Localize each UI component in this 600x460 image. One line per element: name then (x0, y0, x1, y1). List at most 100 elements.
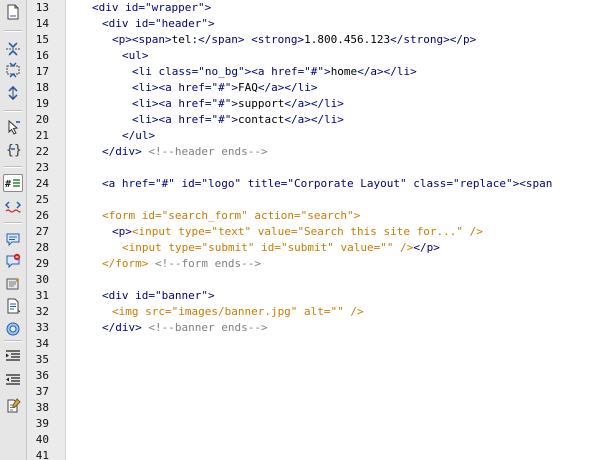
apply-comment-icon (5, 231, 21, 247)
line-number: 23 (35, 161, 49, 174)
code-tag: <ul> (122, 49, 149, 62)
toolbar-separator (4, 340, 22, 342)
line-numbers-button[interactable]: # (3, 174, 23, 192)
code-line[interactable]: <li><a href="#">contact</a></li> (132, 112, 344, 128)
line-number: 29 (35, 257, 49, 270)
line-number: 28 (35, 241, 49, 254)
code-line[interactable]: <a href="#" id="logo" title="Corporate L… (102, 176, 552, 192)
outdent-code-icon (5, 373, 21, 387)
line-number: 19 (35, 97, 49, 110)
line-number: 17 (35, 65, 49, 78)
select-parent-tag-button[interactable] (3, 118, 23, 136)
code-line[interactable]: <div id="header"> (102, 16, 215, 32)
code-tag: </ul> (122, 129, 156, 142)
coding-toolbar: {} # (0, 0, 27, 460)
code-tag: <li class="no_bg"><a href="#"> (132, 65, 331, 78)
line-number: 22 (35, 145, 49, 158)
code-view[interactable]: <div id="wrapper"> <div id="header"> <p><s… (66, 0, 600, 460)
move-css-icon (5, 321, 21, 337)
code-line[interactable]: <ul> (122, 48, 149, 64)
svg-text:#: # (5, 179, 11, 190)
code-comment: <!--banner ends--> (141, 321, 268, 334)
code-tag: </a></li> (357, 65, 417, 78)
collapse-selection-icon (5, 62, 21, 78)
code-text: 1.800.456.123 (304, 33, 391, 46)
move-css-button[interactable] (3, 320, 23, 338)
code-text: home (330, 65, 358, 78)
line-number: 15 (35, 33, 49, 46)
remove-comment-button[interactable] (3, 252, 23, 270)
line-number: 24 (35, 177, 49, 190)
svg-text:{: { (6, 143, 14, 157)
code-text: contact (237, 113, 285, 126)
code-tag: <li><a href="#"> (132, 113, 238, 126)
code-tag: </a></li> (284, 113, 344, 126)
code-tag: </strong></p> (390, 33, 477, 46)
line-number: 41 (35, 449, 49, 460)
line-number: 35 (35, 353, 49, 366)
code-tag: </a></li> (284, 97, 344, 110)
code-line[interactable]: <input type="submit" id="submit" value="… (122, 240, 440, 256)
line-number-gutter: 13 14 15 16 17 18 19 20 21 22 23 24 25 26 27 28 29 30 31 32… (27, 0, 66, 460)
code-line[interactable]: <div id="wrapper"> (92, 0, 211, 16)
apply-comment-button[interactable] (3, 230, 23, 248)
balance-braces-button[interactable]: {} (3, 140, 23, 158)
line-numbers-icon: # (5, 176, 21, 190)
code-line[interactable]: </div> <!--header ends--> (102, 144, 268, 160)
indent-code-button[interactable] (3, 347, 23, 365)
code-tag: </span> <strong> (198, 33, 305, 46)
code-tag: </p> (413, 241, 440, 254)
recent-snippets-icon (5, 298, 21, 314)
toolbar-separator (4, 222, 22, 224)
format-source-code-button[interactable] (3, 397, 23, 415)
code-line[interactable]: <img src="images/banner.jpg" alt="" /> (112, 304, 364, 320)
highlight-invalid-code-icon (5, 197, 21, 213)
format-source-code-icon (5, 398, 21, 414)
code-tag: <p> (112, 225, 132, 238)
line-number: 30 (35, 273, 49, 286)
remove-comment-icon (5, 253, 21, 269)
code-tag: <div id="wrapper"> (92, 1, 212, 14)
balance-braces-icon: {} (5, 141, 21, 157)
recent-snippets-button[interactable] (3, 297, 23, 315)
code-line[interactable]: <form id="search_form" action="search"> (102, 208, 360, 224)
indent-code-icon (5, 349, 21, 363)
line-number: 33 (35, 321, 49, 334)
toolbar-separator (4, 110, 22, 112)
open-documents-button[interactable] (3, 3, 23, 21)
code-line[interactable]: </div> <!--banner ends--> (102, 320, 268, 336)
code-comment: <!--form ends--> (148, 257, 261, 270)
code-line[interactable]: <p><input type="text" value="Search this… (112, 224, 483, 240)
collapse-full-tag-button[interactable] (3, 40, 23, 58)
outdent-code-button[interactable] (3, 371, 23, 389)
collapse-full-tag-icon (5, 41, 21, 57)
line-number: 36 (35, 369, 49, 382)
expand-all-icon (5, 85, 21, 101)
line-number: 40 (35, 433, 49, 446)
code-line[interactable]: </form> <!--form ends--> (102, 256, 261, 272)
toolbar-separator (4, 166, 22, 168)
code-tag: <input type="submit" id="submit" value="… (122, 241, 414, 254)
code-line[interactable]: <li class="no_bg"><a href="#">home</a></… (132, 64, 417, 80)
collapse-selection-button[interactable] (3, 61, 23, 79)
code-text: FAQ (237, 81, 258, 94)
line-number: 20 (35, 113, 49, 126)
line-number: 27 (35, 225, 49, 238)
code-comment: <!--header ends--> (141, 145, 268, 158)
code-editor-window: {} # 13 14 15 16 17 18 19 20 21 22 23 24 25 26 27 28 29 30… (0, 0, 600, 460)
highlight-invalid-code-button[interactable] (3, 196, 23, 214)
code-line[interactable]: </ul> (122, 128, 155, 144)
wrap-tag-button[interactable] (3, 275, 23, 293)
code-line[interactable]: <li><a href="#">support</a></li> (132, 96, 344, 112)
line-number: 32 (35, 305, 49, 318)
code-line[interactable]: <div id="banner"> (102, 288, 215, 304)
code-line[interactable]: <p><span>tel:</span> <strong>1.800.456.1… (112, 32, 476, 48)
line-number: 25 (35, 193, 49, 206)
expand-all-button[interactable] (3, 84, 23, 102)
code-tag: <div id="header"> (102, 17, 215, 30)
code-line[interactable]: <li><a href="#">FAQ</a></li> (132, 80, 317, 96)
code-tag: <form id="search_form" action="search"> (102, 209, 361, 222)
code-tag: </div> (102, 145, 142, 158)
code-tag: <a href="#" id="logo" title="Corporate L… (102, 177, 553, 190)
line-number: 34 (35, 337, 49, 350)
